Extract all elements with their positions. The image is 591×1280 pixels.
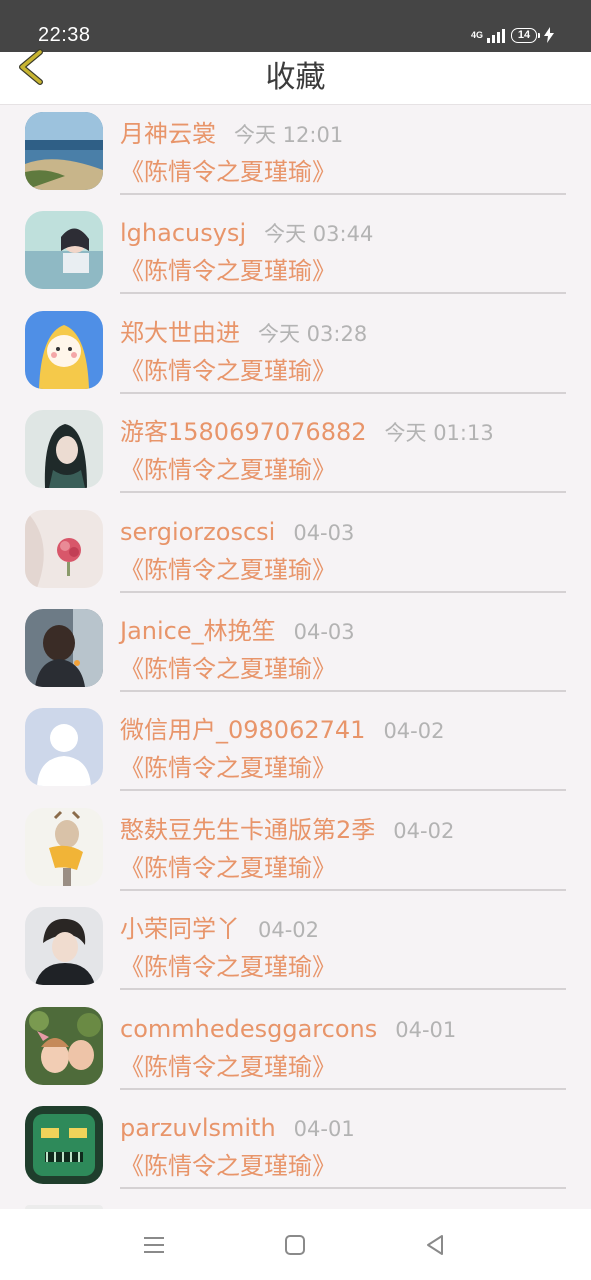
list-item[interactable]: 月神云裳 今天 12:01 《陈情令之夏瑾瑜》 — [0, 104, 591, 203]
status-icons: 4G 14 — [471, 24, 555, 46]
list-item[interactable]: sergiorzoscsi 04-03 《陈情令之夏瑾瑜》 — [0, 502, 591, 601]
user-name: parzuvlsmith — [120, 1113, 276, 1142]
triangle-back-icon — [427, 1235, 443, 1255]
user-name-row: 微信用户_098062741 04-02 — [120, 715, 444, 746]
user-name: lghacusysj — [120, 219, 247, 248]
user-name: commhedesggarcons — [120, 1014, 378, 1043]
divider — [120, 1186, 566, 1189]
user-name-row: lghacusysj 今天 03:44 — [120, 218, 373, 249]
favorites-list: 月神云裳 今天 12:01 《陈情令之夏瑾瑜》 lghacusysj 今天 03:4… — [0, 104, 591, 1197]
avatar — [25, 112, 103, 190]
list-item[interactable]: 憨麸豆先生卡通版第2季 04-02 《陈情令之夏瑾瑜》 — [0, 800, 591, 899]
user-name-row: parzuvlsmith 04-01 — [120, 1113, 355, 1144]
timestamp: 04-01 — [293, 1116, 355, 1141]
avatar — [25, 211, 103, 290]
user-name-row: 月神云裳 今天 12:01 — [120, 119, 343, 150]
avatar — [25, 310, 103, 389]
timestamp: 04-02 — [393, 818, 455, 843]
divider — [120, 391, 566, 394]
avatar — [25, 907, 103, 986]
home-icon — [285, 1235, 305, 1255]
book-title: 《陈情令之夏瑾瑜》 — [120, 853, 336, 882]
avatar — [25, 708, 103, 787]
user-name-row: Janice_林挽笙 04-03 — [120, 616, 355, 647]
status-bar: 22:38 4G 14 — [0, 0, 591, 52]
timestamp: 04-02 — [258, 918, 320, 943]
timestamp: 今天 12:01 — [234, 123, 344, 147]
book-title: 《陈情令之夏瑾瑜》 — [120, 555, 336, 584]
book-title: 《陈情令之夏瑾瑜》 — [120, 1151, 336, 1180]
user-name: sergiorzoscsi — [120, 517, 276, 546]
divider — [120, 193, 566, 195]
list-item[interactable]: parzuvlsmith 04-01 《陈情令之夏瑾瑜》 — [0, 1098, 591, 1197]
divider — [120, 590, 566, 593]
divider — [120, 689, 566, 692]
timestamp: 04-01 — [395, 1017, 457, 1042]
page-title: 收藏 — [265, 60, 326, 95]
timestamp: 04-02 — [383, 719, 445, 744]
timestamp: 04-03 — [293, 520, 355, 545]
user-name-row: commhedesggarcons 04-01 — [120, 1014, 456, 1045]
status-time: 22:38 — [38, 24, 91, 46]
network-type: 4G — [470, 30, 483, 40]
avatar — [25, 807, 103, 886]
system-nav-bar — [0, 1209, 591, 1280]
divider — [120, 292, 566, 295]
list-item[interactable]: 游客1580697076882 今天 01:13 《陈情令之夏瑾瑜》 — [0, 402, 591, 501]
list-item[interactable]: 小荣同学丫 04-02 《陈情令之夏瑾瑜》 — [0, 899, 591, 998]
user-name: 憨麸豆先生卡通版第2季 — [120, 815, 376, 844]
divider — [120, 1087, 566, 1090]
menu-icon — [144, 1237, 164, 1253]
list-item[interactable]: lghacusysj 今天 03:44 《陈情令之夏瑾瑜》 — [0, 203, 591, 302]
timestamp: 今天 03:28 — [258, 321, 368, 346]
charging-icon — [544, 27, 554, 43]
user-name-row: 憨麸豆先生卡通版第2季 04-02 — [120, 815, 454, 846]
user-name-row: sergiorzoscsi 04-03 — [120, 517, 354, 548]
menu-button[interactable] — [140, 1232, 168, 1258]
avatar — [25, 1006, 103, 1085]
divider — [120, 491, 566, 494]
user-name: Janice_林挽笙 — [120, 616, 276, 645]
avatar — [25, 608, 103, 687]
list-item[interactable]: commhedesggarcons 04-01 《陈情令之夏瑾瑜》 — [0, 999, 591, 1098]
book-title: 《陈情令之夏瑾瑜》 — [120, 356, 336, 385]
book-title: 《陈情令之夏瑾瑜》 — [120, 257, 336, 286]
list-item[interactable]: 微信用户_098062741 04-02 《陈情令之夏瑾瑜》 — [0, 700, 591, 799]
book-title: 《陈情令之夏瑾瑜》 — [120, 654, 336, 683]
timestamp: 今天 01:13 — [384, 421, 494, 446]
user-name: 游客1580697076882 — [120, 418, 367, 447]
book-title: 《陈情令之夏瑾瑜》 — [120, 456, 336, 485]
book-title: 《陈情令之夏瑾瑜》 — [120, 1052, 336, 1081]
book-title: 《陈情令之夏瑾瑜》 — [120, 754, 336, 783]
timestamp: 04-03 — [293, 619, 355, 644]
battery-icon: 14 — [511, 27, 540, 43]
avatar — [25, 1105, 103, 1184]
avatar — [25, 410, 103, 489]
list-item[interactable]: Janice_林挽笙 04-03 《陈情令之夏瑾瑜》 — [0, 601, 591, 700]
user-name-row: 郑大世由进 今天 03:28 — [120, 318, 367, 349]
user-name: 微信用户_098062741 — [120, 716, 366, 745]
list-item[interactable]: 郑大世由进 今天 03:28 《陈情令之夏瑾瑜》 — [0, 303, 591, 402]
signal-icon — [487, 27, 505, 43]
book-title: 《陈情令之夏瑾瑜》 — [120, 953, 336, 982]
user-name: 月神云裳 — [120, 120, 216, 148]
back-nav-button[interactable] — [422, 1232, 450, 1258]
app-header: 收藏 — [0, 49, 591, 105]
battery-level: 14 — [517, 28, 531, 41]
user-name: 郑大世由进 — [120, 318, 240, 347]
user-name: 小荣同学丫 — [120, 915, 240, 944]
avatar — [25, 509, 103, 588]
home-button[interactable] — [281, 1232, 309, 1258]
timestamp: 今天 03:44 — [264, 222, 374, 247]
book-title: 《陈情令之夏瑾瑜》 — [120, 158, 336, 186]
divider — [120, 789, 566, 792]
divider — [120, 988, 566, 991]
user-name-row: 小荣同学丫 04-02 — [120, 914, 319, 945]
user-name-row: 游客1580697076882 今天 01:13 — [120, 417, 494, 448]
divider — [120, 888, 566, 891]
